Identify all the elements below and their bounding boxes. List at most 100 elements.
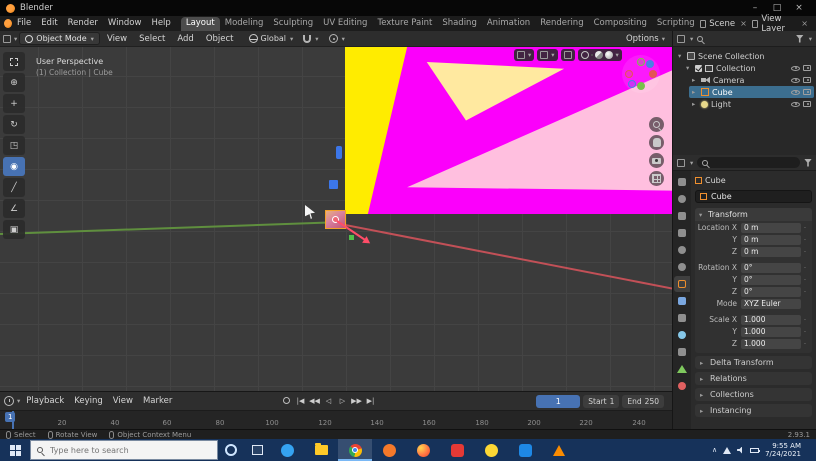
animate-decorator[interactable]: · <box>801 224 809 232</box>
taskbar-app-vlc[interactable] <box>542 439 576 461</box>
properties-search-field[interactable] <box>697 157 800 168</box>
start-button[interactable] <box>0 439 30 461</box>
current-frame-field[interactable]: 1 <box>536 395 580 408</box>
tab-tool[interactable] <box>674 174 690 190</box>
shading-wireframe-button[interactable] <box>581 51 589 59</box>
axis-y-negative-dot[interactable] <box>637 58 645 66</box>
hide-viewport-icon[interactable] <box>791 90 800 95</box>
tab-scene[interactable] <box>674 242 690 258</box>
timeline-ruler[interactable]: 20 40 60 80 100 120 140 160 180 200 220 … <box>0 410 672 429</box>
transform-orientation-selector[interactable]: Global ▾ <box>249 34 294 43</box>
section-instancing[interactable]: ▸ Instancing <box>695 404 812 417</box>
scale-z-field[interactable]: 1.000 <box>741 339 801 349</box>
location-x-field[interactable]: 0 m <box>741 223 801 233</box>
menu-view-timeline[interactable]: View <box>109 396 137 406</box>
menu-help[interactable]: Help <box>146 16 175 31</box>
tab-layout[interactable]: Layout <box>181 17 220 31</box>
scale-y-field[interactable]: 1.000 <box>741 327 801 337</box>
tab-rendering[interactable]: Rendering <box>535 17 588 31</box>
camera-object-marker[interactable] <box>329 180 338 189</box>
tab-material[interactable] <box>674 378 690 394</box>
tool-transform[interactable]: ◉ <box>3 157 25 176</box>
outliner-row-light[interactable]: ▸ Light <box>689 98 814 110</box>
taskbar-search[interactable] <box>30 440 218 460</box>
hide-viewport-icon[interactable] <box>791 66 800 71</box>
taskbar-clock[interactable]: 9:55 AM 7/24/2021 <box>765 442 801 458</box>
shading-dropdown-icon[interactable]: ▾ <box>616 51 619 59</box>
show-overlays-toggle[interactable]: ▾ <box>537 49 557 61</box>
disable-render-icon[interactable] <box>803 65 811 71</box>
next-keyframe-button[interactable]: ▶▶ <box>350 394 363 407</box>
tool-measure[interactable]: ∠ <box>3 199 25 218</box>
axis-y-positive-dot[interactable] <box>637 82 645 90</box>
tool-add-cube[interactable]: ▣ <box>3 220 25 239</box>
expand-icon[interactable]: ▾ <box>678 52 684 60</box>
axis-z-positive-dot[interactable] <box>646 60 654 68</box>
jump-to-start-button[interactable]: |◀ <box>294 394 307 407</box>
tab-animation[interactable]: Animation <box>482 17 535 31</box>
scene-browse-icon[interactable] <box>700 20 707 28</box>
taskbar-app-edge[interactable] <box>270 439 304 461</box>
axis-z-negative-dot[interactable] <box>628 80 636 88</box>
show-gizmo-toggle[interactable]: ▾ <box>514 49 534 61</box>
viewlayer-unlink-icon[interactable]: × <box>799 19 810 28</box>
cortana-button[interactable] <box>218 439 244 461</box>
taskbar-app-yellow[interactable] <box>474 439 508 461</box>
animate-decorator[interactable]: · <box>801 288 809 296</box>
properties-filter-icon[interactable] <box>804 159 812 167</box>
blender-menu-icon[interactable] <box>4 19 12 28</box>
tool-scale[interactable]: ◳ <box>3 136 25 155</box>
outliner-row-collection[interactable]: ▾ Collection <box>683 62 814 74</box>
animate-decorator[interactable]: · <box>801 340 809 348</box>
camera-view-button[interactable] <box>649 153 664 168</box>
outliner-row-camera[interactable]: ▸ Camera <box>689 74 814 86</box>
menu-window[interactable]: Window <box>103 16 147 31</box>
taskbar-app-chrome[interactable] <box>338 439 372 461</box>
menu-edit[interactable]: Edit <box>36 16 62 31</box>
shading-material-button[interactable] <box>595 51 603 59</box>
collection-checkbox[interactable] <box>695 65 702 72</box>
tab-constraints[interactable] <box>674 344 690 360</box>
animate-decorator[interactable]: · <box>801 248 809 256</box>
menu-marker[interactable]: Marker <box>139 396 176 406</box>
tab-uv-editing[interactable]: UV Editing <box>318 17 372 31</box>
task-view-button[interactable] <box>244 439 270 461</box>
scene-unlink-icon[interactable]: × <box>738 19 749 28</box>
menu-keying[interactable]: Keying <box>70 396 107 406</box>
snap-toggle[interactable]: ▾ <box>303 35 318 43</box>
axis-x-negative-dot[interactable] <box>625 70 633 78</box>
tool-select-box[interactable] <box>3 52 25 71</box>
tray-expand-icon[interactable]: ∧ <box>712 446 717 454</box>
rotation-z-field[interactable]: 0° <box>741 287 801 297</box>
outliner-editor-type-icon[interactable] <box>677 35 685 43</box>
editor-type-dropdown-icon[interactable]: ▾ <box>14 35 17 43</box>
menu-playback[interactable]: Playback <box>22 396 68 406</box>
play-reverse-button[interactable]: ◁ <box>322 394 335 407</box>
tab-compositing[interactable]: Compositing <box>589 17 652 31</box>
menu-render[interactable]: Render <box>63 16 103 31</box>
taskbar-app-red[interactable] <box>440 439 474 461</box>
light-object-marker[interactable] <box>336 146 342 159</box>
properties-editor-dropdown-icon[interactable]: ▾ <box>690 159 693 167</box>
ortho-toggle-button[interactable] <box>649 171 664 186</box>
viewlayer-browse-icon[interactable] <box>752 20 759 28</box>
tab-object-data[interactable] <box>674 361 690 377</box>
properties-editor-type-icon[interactable] <box>677 159 685 167</box>
outliner-search-icon[interactable] <box>697 36 703 42</box>
expand-icon[interactable]: ▾ <box>686 64 692 72</box>
zoom-button[interactable] <box>649 117 664 132</box>
outliner-row-scene-collection[interactable]: ▾ Scene Collection <box>675 50 814 62</box>
tab-sculpting[interactable]: Sculpting <box>268 17 318 31</box>
menu-select[interactable]: Select <box>134 34 170 44</box>
playhead-badge[interactable]: 1 <box>5 412 15 422</box>
shading-rendered-button[interactable] <box>605 51 613 59</box>
tool-rotate[interactable]: ↻ <box>3 115 25 134</box>
rotation-y-field[interactable]: 0° <box>741 275 801 285</box>
axis-x-positive-dot[interactable] <box>649 70 657 78</box>
frame-start-field[interactable]: Start 1 <box>583 395 619 408</box>
taskbar-app-blender[interactable] <box>372 439 406 461</box>
tab-scripting[interactable]: Scripting <box>652 17 700 31</box>
scene-name[interactable]: Scene <box>709 19 735 29</box>
location-y-field[interactable]: 0 m <box>741 235 801 245</box>
expand-icon[interactable]: ▸ <box>692 100 698 108</box>
